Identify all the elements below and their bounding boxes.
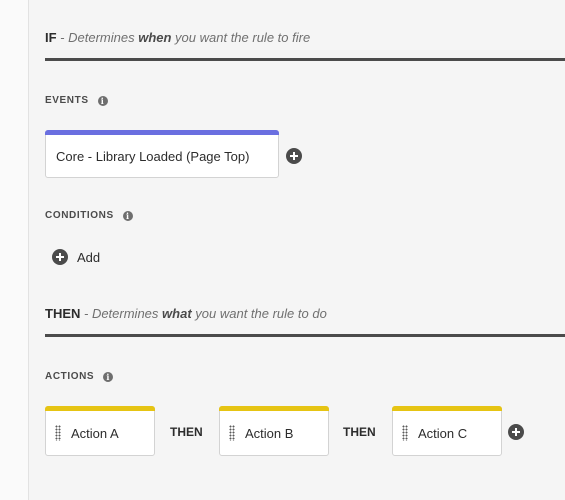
- drag-handle-icon[interactable]: [402, 425, 408, 441]
- drag-handle-icon[interactable]: [55, 425, 61, 441]
- add-condition-button[interactable]: Add: [52, 249, 100, 265]
- action-card-b[interactable]: Action B: [219, 406, 329, 456]
- events-label: EVENTS i: [45, 95, 108, 106]
- add-condition-label: Add: [77, 249, 101, 265]
- action-card-c[interactable]: Action C: [392, 406, 502, 456]
- if-divider: [45, 58, 565, 61]
- then-connector: THEN: [170, 425, 203, 439]
- if-heading: IF - Determines when you want the rule t…: [45, 30, 310, 45]
- if-keyword: IF: [45, 30, 57, 45]
- info-icon[interactable]: i: [122, 210, 133, 221]
- action-card-label: Action B: [245, 425, 294, 441]
- then-description: - Determines what you want the rule to d…: [80, 306, 327, 321]
- info-icon[interactable]: i: [97, 95, 108, 106]
- then-keyword: THEN: [45, 306, 81, 321]
- if-description: - Determines when you want the rule to f…: [56, 30, 311, 45]
- add-event-button[interactable]: [286, 148, 302, 164]
- action-card-a[interactable]: Action A: [45, 406, 155, 456]
- left-panel-edge: [0, 0, 29, 500]
- action-card-accent: [392, 406, 502, 411]
- conditions-label: CONDITIONS i: [45, 210, 133, 221]
- action-card-accent: [219, 406, 329, 411]
- info-icon[interactable]: i: [103, 371, 114, 382]
- action-card-label: Action A: [71, 425, 119, 441]
- action-card-accent: [45, 406, 155, 411]
- plus-icon: [52, 249, 68, 265]
- event-card-label: Core - Library Loaded (Page Top): [56, 148, 250, 164]
- actions-label: ACTIONS i: [45, 371, 114, 382]
- event-card[interactable]: Core - Library Loaded (Page Top): [45, 130, 279, 178]
- then-divider: [45, 334, 565, 337]
- then-connector: THEN: [343, 425, 376, 439]
- add-action-button[interactable]: [508, 424, 524, 440]
- action-card-label: Action C: [418, 425, 468, 441]
- event-card-accent: [45, 130, 279, 135]
- then-heading: THEN - Determines what you want the rule…: [45, 306, 327, 321]
- drag-handle-icon[interactable]: [229, 425, 235, 441]
